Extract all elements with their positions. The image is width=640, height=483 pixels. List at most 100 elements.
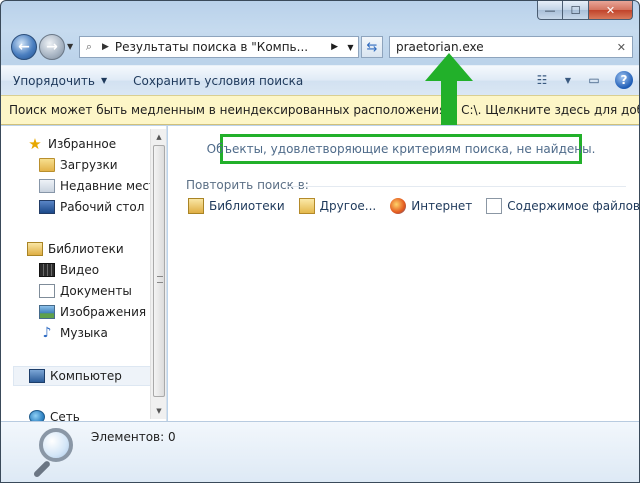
navigation-pane: ★ Избранное Загрузки Недавние места Рабоч… — [1, 126, 167, 421]
minimize-button[interactable]: — — [537, 1, 563, 20]
divider — [286, 186, 626, 187]
address-bar[interactable]: ⌕ ▶ Результаты поиска в "Компь... ▶ ▼ — [79, 36, 359, 58]
explorer-window: — ☐ ✕ ← → ▼ ⌕ ▶ Результаты поиска в "Ком… — [0, 0, 640, 483]
star-icon: ★ — [28, 135, 42, 153]
network-icon — [29, 410, 45, 421]
breadcrumb-chevron-icon[interactable]: ▶ — [331, 42, 338, 52]
nav-item-label: Сеть — [50, 410, 80, 421]
nav-item-computer[interactable]: Компьютер — [29, 366, 122, 386]
info-bar[interactable]: Поиск может быть медленным в неиндексиро… — [1, 95, 640, 125]
minimize-icon: — — [544, 3, 556, 17]
address-text[interactable]: Результаты поиска в "Компь... — [115, 40, 327, 54]
view-options-icon[interactable]: ☷ — [531, 70, 553, 90]
documents-icon — [39, 284, 55, 298]
handle — [32, 459, 52, 479]
navigation-bar: ← → ▼ ⌕ ▶ Результаты поиска в "Компь... … — [9, 32, 633, 62]
nav-item-label: Загрузки — [60, 158, 118, 172]
view-dropdown-icon[interactable]: ▼ — [563, 70, 573, 90]
maximize-icon: ☐ — [570, 3, 581, 17]
refresh-button[interactable]: ⇆ — [361, 36, 383, 58]
preview-pane-icon[interactable]: ▭ — [583, 70, 605, 90]
no-results-text: Объекты, удовлетворяющие критериям поиск… — [206, 142, 596, 156]
chevron-down-icon: ▼ — [100, 76, 108, 85]
search-results-icon: ⌕ — [85, 40, 93, 53]
nav-item-label: Документы — [60, 284, 132, 298]
help-icon[interactable]: ? — [615, 71, 633, 89]
organize-button[interactable]: Упорядочить ▼ — [1, 66, 121, 95]
retry-options: Библиотеки Другое... Интернет Содержимое… — [188, 198, 640, 214]
back-button[interactable]: ← — [11, 34, 37, 60]
scroll-down-icon[interactable]: ▼ — [151, 403, 167, 419]
back-arrow-icon: ← — [18, 39, 30, 55]
nav-item-network[interactable]: Сеть — [29, 407, 80, 421]
nav-item-label: Библиотеки — [48, 242, 124, 256]
libraries-icon — [188, 198, 204, 214]
nav-item-pictures[interactable]: Изображения — [39, 302, 146, 322]
command-bar: Упорядочить ▼ Сохранить условия поиска ☷… — [1, 65, 639, 95]
nav-item-recent[interactable]: Недавние места — [39, 176, 163, 196]
option-label: Интернет — [411, 199, 473, 213]
toolbar-right-group: ☷ ▼ ▭ ? — [531, 70, 633, 90]
close-button[interactable]: ✕ — [589, 1, 633, 20]
retry-internet-link[interactable]: Интернет — [390, 198, 472, 214]
video-icon — [39, 263, 55, 277]
nav-item-label: Избранное — [48, 137, 117, 151]
close-icon: ✕ — [605, 3, 616, 17]
results-area: Объекты, удовлетворяющие критериям поиск… — [168, 126, 640, 421]
libraries-icon — [27, 242, 43, 256]
forward-button[interactable]: → — [39, 34, 65, 60]
magnifier-icon — [29, 428, 79, 479]
nav-item-label: Компьютер — [50, 369, 122, 383]
help-label: ? — [620, 73, 628, 87]
clear-search-icon[interactable]: ✕ — [617, 41, 626, 54]
nav-item-label: Недавние места — [60, 179, 164, 193]
folder-search-icon — [298, 198, 315, 214]
option-label: Содержимое файлов — [507, 199, 640, 213]
organize-label: Упорядочить — [13, 73, 95, 88]
address-dropdown-icon[interactable]: ▼ — [342, 37, 358, 57]
nav-item-label: Рабочий стол — [60, 200, 145, 214]
lens — [39, 428, 73, 462]
retry-libraries-link[interactable]: Библиотеки — [188, 198, 285, 214]
nav-item-libraries[interactable]: Библиотеки — [27, 239, 124, 259]
nav-item-video[interactable]: Видео — [39, 260, 99, 280]
green-arrow-annotation — [425, 53, 473, 125]
scroll-up-icon[interactable]: ▲ — [151, 129, 167, 145]
info-bar-text: Поиск может быть медленным в неиндексиро… — [9, 103, 640, 117]
maximize-button[interactable]: ☐ — [563, 1, 589, 20]
document-search-icon — [486, 198, 503, 214]
nav-item-label: Изображения — [60, 305, 147, 319]
save-search-button[interactable]: Сохранить условия поиска — [121, 66, 317, 95]
pictures-icon — [39, 305, 55, 319]
caption-buttons: — ☐ ✕ — [537, 1, 633, 20]
grip-icon — [157, 276, 163, 283]
retry-search-label: Повторить поиск в: — [186, 178, 309, 192]
nav-item-label: Музыка — [60, 326, 108, 340]
folder-icon — [39, 158, 55, 172]
save-search-label: Сохранить условия поиска — [133, 73, 304, 88]
recent-pages-dropdown[interactable]: ▼ — [67, 42, 73, 51]
scrollbar-thumb[interactable] — [153, 145, 165, 397]
nav-item-documents[interactable]: Документы — [39, 281, 132, 301]
nav-pane-scrollbar[interactable]: ▲ ▼ — [150, 129, 166, 419]
no-results-message: Объекты, удовлетворяющие критериям поиск… — [207, 134, 595, 164]
firefox-icon — [390, 198, 407, 214]
item-count: Элементов: 0 — [91, 430, 176, 444]
retry-other-link[interactable]: Другое... — [298, 198, 377, 214]
nav-item-downloads[interactable]: Загрузки — [39, 155, 118, 175]
recent-places-icon — [39, 179, 55, 193]
nav-item-favorites[interactable]: ★ Избранное — [27, 134, 116, 154]
nav-item-music[interactable]: ♪ Музыка — [39, 323, 108, 343]
breadcrumb-separator-icon[interactable]: ▶ — [102, 42, 109, 52]
nav-item-desktop[interactable]: Рабочий стол — [39, 197, 144, 217]
retry-file-contents-link[interactable]: Содержимое файлов — [486, 198, 640, 214]
nav-item-label: Видео — [60, 263, 100, 277]
option-label: Другое... — [319, 199, 377, 213]
refresh-icon: ⇆ — [366, 39, 378, 55]
computer-icon — [29, 369, 45, 383]
desktop-icon — [39, 200, 55, 214]
forward-arrow-icon: → — [46, 39, 58, 55]
details-pane: Элементов: 0 — [1, 421, 639, 482]
music-icon: ♪ — [42, 325, 52, 341]
option-label: Библиотеки — [209, 199, 285, 213]
